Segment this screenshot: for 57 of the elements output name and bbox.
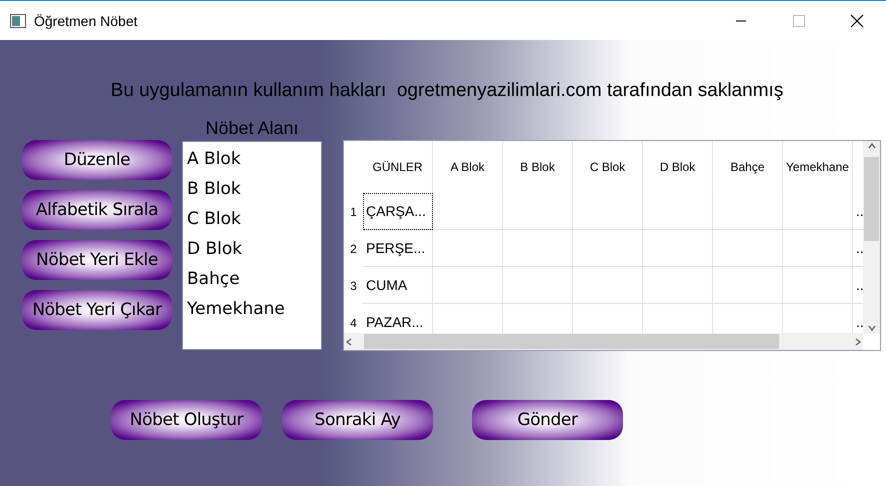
action-button[interactable]: Nöbet Yeri Çıkar bbox=[22, 290, 172, 330]
table-cell[interactable] bbox=[433, 193, 503, 230]
action-button[interactable]: Sonraki Ay bbox=[282, 400, 433, 440]
column-header[interactable]: Bahçe bbox=[713, 141, 783, 193]
table-cell[interactable] bbox=[573, 267, 643, 304]
table-cell[interactable] bbox=[783, 267, 853, 304]
scroll-down-icon[interactable] bbox=[866, 323, 876, 333]
table-cell[interactable] bbox=[713, 193, 783, 230]
table-cell[interactable] bbox=[573, 193, 643, 230]
action-button[interactable]: Alfabetik Sırala bbox=[22, 190, 172, 230]
table-cell[interactable] bbox=[573, 230, 643, 267]
table-cell[interactable]: PERŞE... bbox=[363, 230, 433, 267]
table-cell[interactable] bbox=[643, 230, 713, 267]
column-header[interactable]: C Blok bbox=[573, 141, 643, 193]
column-header[interactable]: B Blok bbox=[503, 141, 573, 193]
horizontal-scrollbar[interactable] bbox=[344, 333, 863, 350]
column-header[interactable]: GÜNLER bbox=[363, 141, 433, 193]
table-cell[interactable] bbox=[503, 230, 573, 267]
table-cell[interactable] bbox=[713, 230, 783, 267]
scroll-left-icon[interactable] bbox=[344, 336, 354, 346]
action-button[interactable]: Düzenle bbox=[22, 140, 172, 180]
action-button[interactable]: Nöbet Oluştur bbox=[111, 400, 262, 440]
list-label: Nöbet Alanı bbox=[205, 118, 299, 140]
table-cell[interactable] bbox=[503, 193, 573, 230]
list-item[interactable]: D Blok bbox=[187, 236, 317, 266]
column-header[interactable]: Yemekhane bbox=[783, 141, 853, 193]
scroll-up-icon[interactable] bbox=[866, 141, 876, 151]
row-number: 2 bbox=[349, 240, 358, 258]
table-cell[interactable] bbox=[503, 267, 573, 304]
list-item[interactable]: Yemekhane bbox=[187, 296, 317, 326]
list-item[interactable]: A Blok bbox=[187, 146, 317, 176]
column-header[interactable]: A Blok bbox=[433, 141, 503, 193]
list-item[interactable]: B Blok bbox=[187, 176, 317, 206]
table-cell[interactable]: ÇARŞA... bbox=[363, 193, 433, 230]
table-cell[interactable] bbox=[643, 267, 713, 304]
row-number: 3 bbox=[349, 278, 358, 294]
window-title: Öğretmen Nöbet bbox=[34, 12, 138, 28]
row-number: 4 bbox=[349, 314, 358, 332]
column-header[interactable]: D Blok bbox=[643, 141, 713, 193]
vertical-scrollbar[interactable] bbox=[863, 141, 880, 333]
list-item[interactable]: C Blok bbox=[187, 206, 317, 236]
table-cell[interactable]: CUMA bbox=[363, 267, 433, 304]
scroll-right-icon[interactable] bbox=[853, 336, 863, 346]
close-icon bbox=[850, 14, 864, 28]
table-cell[interactable] bbox=[433, 267, 503, 304]
table-cell[interactable] bbox=[643, 193, 713, 230]
list-item[interactable]: Bahçe bbox=[187, 266, 317, 296]
table-cell[interactable] bbox=[713, 267, 783, 304]
action-button[interactable]: Gönder bbox=[472, 400, 623, 440]
action-button[interactable]: Nöbet Yeri Ekle bbox=[22, 240, 172, 280]
maximize-icon bbox=[793, 14, 805, 26]
table-cell[interactable] bbox=[783, 230, 853, 267]
app-icon bbox=[10, 14, 26, 28]
rights-notice: Bu uygulamanın kullanım hakları ogretmenyazilimlari.com tarafından saklanmış bbox=[110, 80, 784, 103]
row-number: 1 bbox=[349, 204, 358, 220]
table-cell[interactable] bbox=[783, 193, 853, 230]
table-cell[interactable] bbox=[433, 230, 503, 267]
